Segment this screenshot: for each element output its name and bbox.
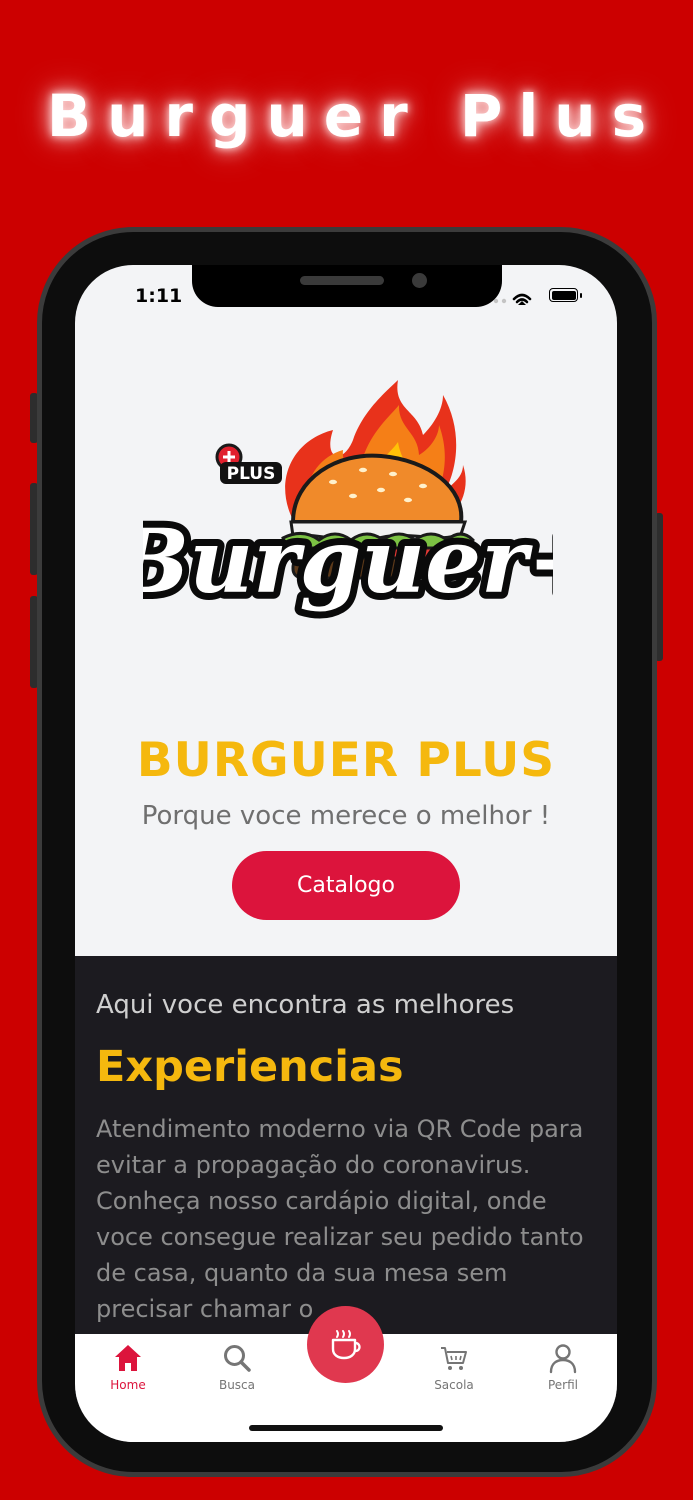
home-indicator — [249, 1425, 443, 1431]
phone-screen: 1:11 PLUS Burguer+ — [75, 265, 617, 1442]
tab-search[interactable]: Busca — [197, 1334, 277, 1392]
hero-title: BURGUER PLUS — [136, 733, 556, 788]
cart-icon — [441, 1347, 467, 1370]
logo-script-text: Burguer+ — [143, 509, 553, 613]
logo-badge-text: PLUS — [227, 464, 276, 484]
center-coffee-button[interactable] — [307, 1306, 384, 1383]
tab-home-label: Home — [110, 1378, 146, 1392]
front-camera — [412, 273, 427, 288]
info-heading: Experiencias — [96, 1042, 404, 1092]
coffee-cup-icon — [331, 1329, 361, 1359]
status-time: 1:11 — [135, 285, 183, 307]
battery-icon — [549, 288, 582, 302]
home-icon — [115, 1345, 141, 1371]
tab-profile-label: Perfil — [547, 1378, 579, 1392]
catalog-button[interactable]: Catalogo — [232, 851, 460, 920]
speaker-grille — [300, 276, 384, 285]
info-lead: Aqui voce encontra as melhores — [96, 990, 515, 1020]
tab-cart-label: Sacola — [434, 1378, 474, 1392]
tab-home[interactable]: Home — [88, 1334, 168, 1392]
phone-notch — [192, 265, 502, 307]
hero-tagline: Porque voce merece o melhor ! — [141, 801, 551, 831]
user-icon — [549, 1344, 577, 1374]
info-body: Atendimento moderno via QR Code para evi… — [96, 1115, 584, 1323]
burguer-plus-logo: PLUS Burguer+ — [143, 380, 553, 620]
banner-title: Burguer Plus — [46, 82, 663, 150]
tab-search-label: Busca — [218, 1378, 256, 1392]
search-icon — [224, 1345, 251, 1372]
tab-cart[interactable]: Sacola — [414, 1334, 494, 1392]
wifi-icon — [493, 293, 532, 305]
tab-profile[interactable]: Perfil — [523, 1334, 603, 1392]
